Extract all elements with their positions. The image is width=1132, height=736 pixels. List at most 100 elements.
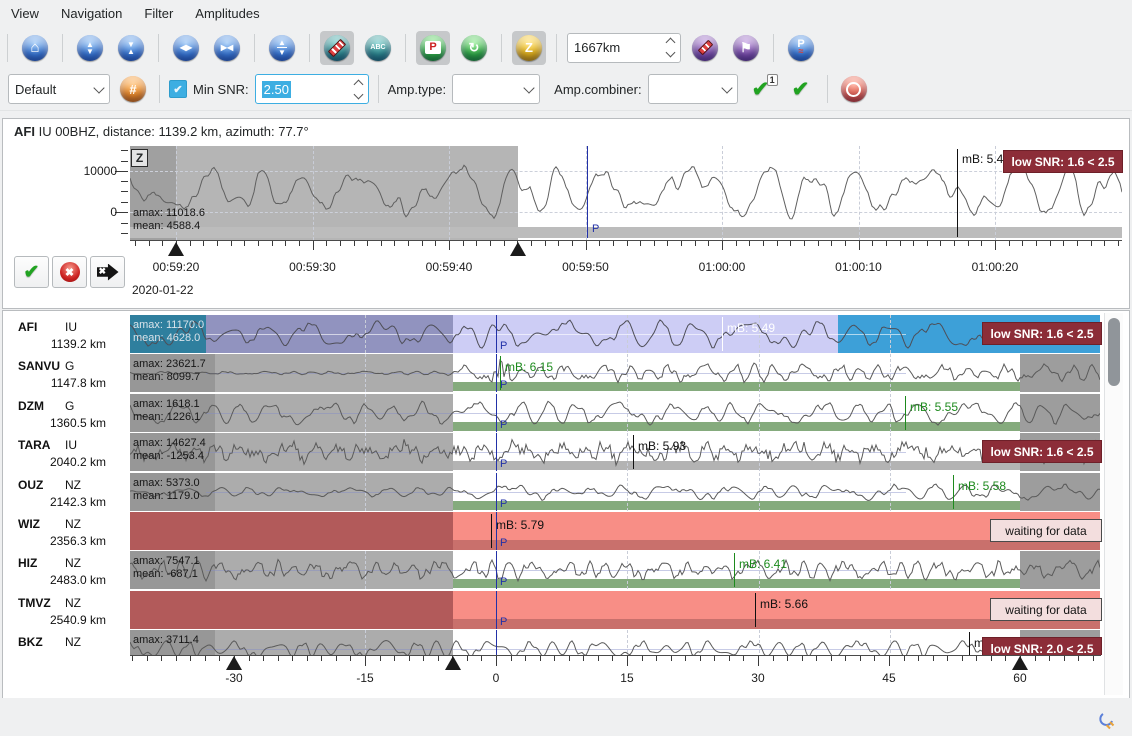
axis-tick [307, 656, 308, 661]
time-window-handle[interactable] [168, 242, 184, 256]
toolbar-separator [405, 34, 406, 62]
menu-view[interactable]: View [0, 0, 50, 27]
commit-button[interactable]: ✔ [784, 72, 818, 106]
axis-tick [540, 656, 541, 661]
profile-hash-button[interactable]: # [116, 72, 150, 106]
time-axis-tick [681, 241, 682, 246]
time-axis-tick [203, 241, 204, 246]
time-axis-tick [313, 241, 314, 250]
commit-one-button[interactable]: ✔ 1 [744, 72, 778, 106]
min-snr-spinbox[interactable]: 2.50 [255, 74, 369, 104]
cross-icon: ✖ [60, 262, 80, 282]
component-z-button[interactable]: Z [512, 31, 546, 65]
amp-type-label: Amp.type: [388, 82, 447, 97]
axis-tick [714, 656, 715, 661]
y-axis-tick [121, 191, 128, 192]
profile-combobox[interactable]: Default [8, 74, 110, 104]
check-icon: ✔ [24, 261, 40, 284]
time-window-handle[interactable] [510, 242, 526, 256]
expand-time-button[interactable]: ◀ ▶ [169, 31, 203, 65]
min-snr-value: 2.50 [262, 81, 291, 98]
axis-tick [787, 656, 788, 661]
time-axis-tick [1077, 241, 1078, 246]
recompute-button[interactable]: ↻ [457, 31, 491, 65]
axis-tick [321, 656, 322, 661]
recompute-icon: ↻ [469, 41, 480, 54]
amp-combiner-combobox[interactable] [648, 74, 738, 104]
toolbar-separator [7, 34, 8, 62]
time-axis-tick [1036, 241, 1037, 246]
check-icon: ✔ [173, 83, 182, 96]
distance-spinbox[interactable]: 1667km [567, 33, 681, 63]
axis-tick [249, 656, 250, 661]
pick-phase-button[interactable]: P [416, 31, 450, 65]
axis-tick [176, 656, 177, 661]
time-axis-tick [408, 241, 409, 246]
expand-amplitude-button[interactable]: ▲ ▼ [73, 31, 107, 65]
scrollbar-track[interactable] [1104, 313, 1123, 695]
spin-down-icon[interactable] [353, 89, 363, 99]
axis-tick [554, 656, 555, 661]
p-pick-label: P [592, 223, 599, 235]
reject-amplitude-button[interactable]: ✖ [52, 256, 87, 288]
spectra-button[interactable]: ABC [361, 31, 395, 65]
home-button[interactable]: ⌂ [18, 31, 52, 65]
date-label: 2020-01-22 [132, 283, 193, 297]
axis-tick [511, 656, 512, 661]
time-axis-tick [504, 241, 505, 246]
menubar: View Navigation Filter Amplitudes [0, 0, 1132, 27]
axis-tick [802, 656, 803, 661]
menu-amplitudes[interactable]: Amplitudes [184, 0, 270, 27]
time-axis-tick [627, 241, 628, 246]
time-axis-tick [722, 241, 723, 250]
home-icon: ⌂ [30, 40, 39, 55]
z-component-icon: Z [525, 41, 533, 54]
axis-tick-label: 60 [990, 671, 1050, 685]
time-axis-tick [149, 241, 150, 246]
mb-amplitude-marker[interactable] [957, 149, 958, 237]
time-axis-tick [708, 241, 709, 246]
axis-tick [380, 656, 381, 661]
axis-tick [627, 656, 628, 666]
spin-up-icon[interactable] [353, 79, 363, 89]
menu-navigation[interactable]: Navigation [50, 0, 133, 27]
accept-amplitude-button[interactable]: ✔ [14, 256, 49, 288]
flag-tool-button[interactable]: ⚑ [729, 31, 763, 65]
scrollbar-handle[interactable] [1108, 318, 1120, 386]
show-picks-button[interactable]: P ≈ [784, 31, 818, 65]
amp-type-combobox[interactable] [452, 74, 540, 104]
time-axis-tick [231, 241, 232, 246]
time-axis-tick [695, 241, 696, 246]
time-window-handle[interactable] [445, 656, 461, 670]
normalize-icon: ▲ ▼ [269, 35, 295, 61]
normalize-amplitude-button[interactable]: ▲ ▼ [265, 31, 299, 65]
compress-time-button[interactable]: ▶ ◀ [210, 31, 244, 65]
time-axis-tick [354, 241, 355, 246]
compress-amplitude-button[interactable]: ▼ ▲ [114, 31, 148, 65]
spin-up-icon[interactable] [666, 38, 676, 48]
skip-icon: ✖ [97, 264, 119, 281]
spin-down-icon[interactable] [666, 48, 676, 58]
skip-station-button[interactable]: ✖ [90, 256, 125, 288]
time-window-handle[interactable] [226, 656, 242, 670]
time-window-handle[interactable] [1012, 656, 1028, 670]
measure-tool-button[interactable] [688, 31, 722, 65]
axis-tick-label: 0 [466, 671, 526, 685]
time-axis-tick [1050, 241, 1051, 246]
axis-tick [642, 656, 643, 661]
time-axis-tick [845, 241, 846, 246]
y-axis-tick [121, 223, 128, 224]
axis-tick [205, 656, 206, 661]
axis-tick [816, 656, 817, 661]
time-axis-tick [190, 241, 191, 246]
filter-toggle-button[interactable] [320, 31, 354, 65]
menu-filter[interactable]: Filter [133, 0, 184, 27]
axis-tick [1064, 656, 1065, 661]
axis-tick [845, 656, 846, 661]
axis-tick [773, 656, 774, 661]
time-axis-tick [285, 241, 286, 246]
min-snr-checkbox[interactable]: ✔ [169, 80, 187, 98]
time-axis-tick [244, 241, 245, 246]
relocate-button[interactable] [837, 72, 871, 106]
p-pick-marker[interactable] [587, 146, 588, 238]
